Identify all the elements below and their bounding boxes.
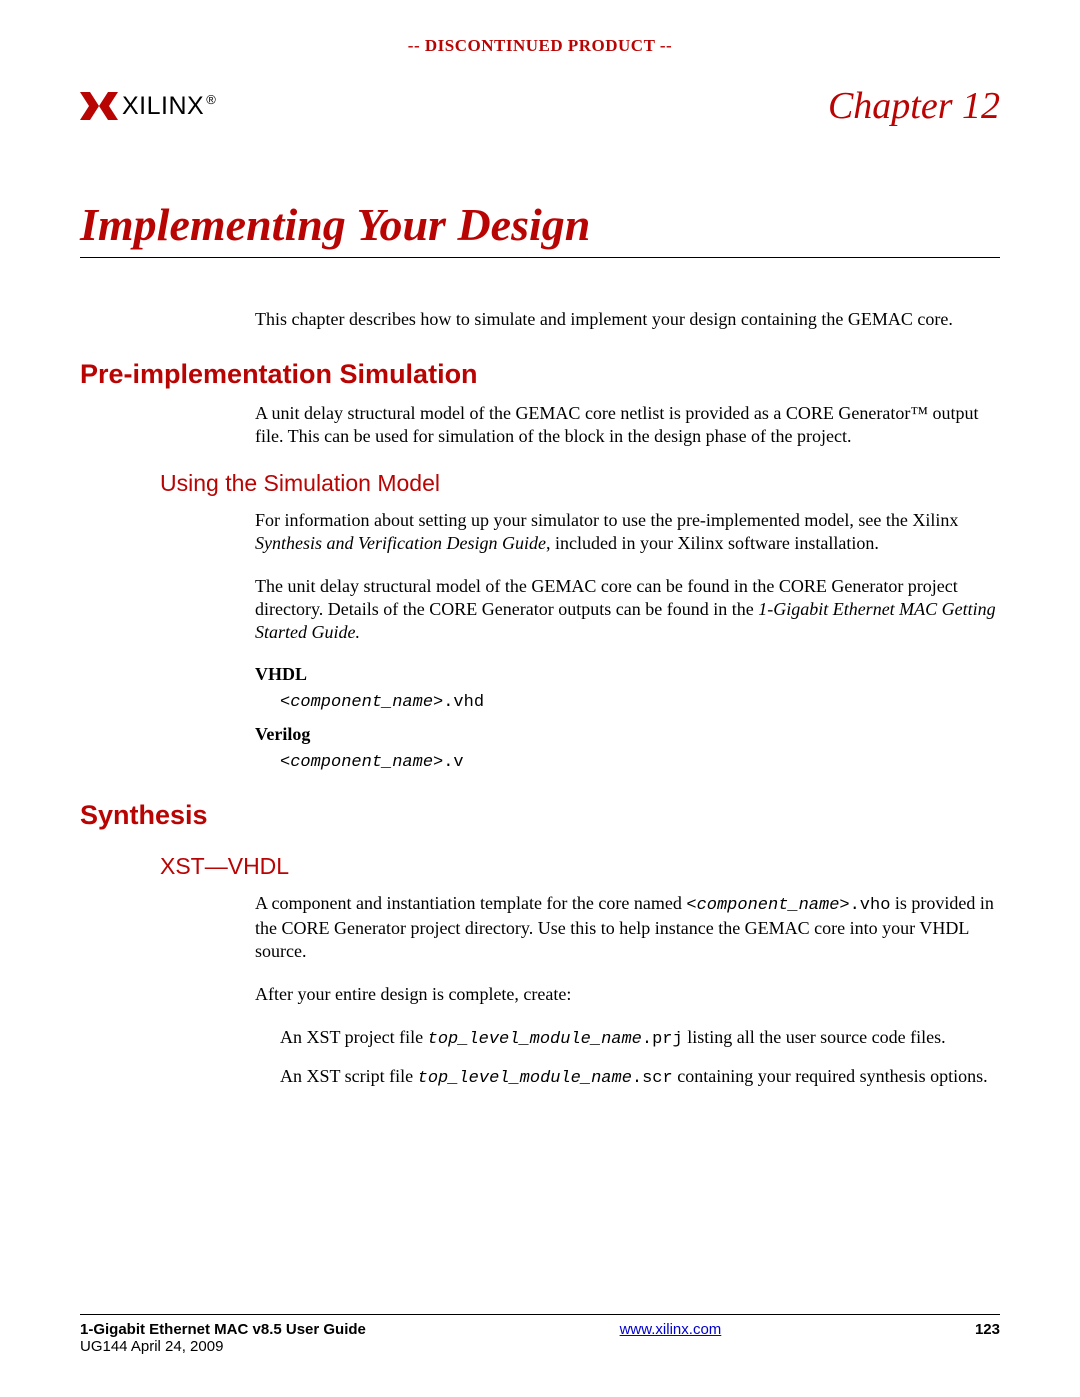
xst-p1: A component and instantiation template f… bbox=[255, 892, 1000, 963]
footer-doc-title: 1-Gigabit Ethernet MAC v8.5 User Guide U… bbox=[80, 1321, 366, 1355]
discontinued-banner: -- DISCONTINUED PRODUCT -- bbox=[80, 36, 1000, 56]
header-row: XILINX® Chapter 12 bbox=[80, 84, 1000, 128]
section-synthesis-heading: Synthesis bbox=[80, 800, 1000, 831]
xilinx-logo-text: XILINX® bbox=[122, 92, 216, 121]
vhdl-heading: VHDL bbox=[255, 664, 1000, 685]
chapter-label: Chapter 12 bbox=[828, 84, 1000, 128]
simmodel-p2: The unit delay structural model of the G… bbox=[255, 575, 1000, 644]
intro-paragraph: This chapter describes how to simulate a… bbox=[255, 308, 1000, 331]
footer-link-wrap: www.xilinx.com bbox=[366, 1321, 975, 1355]
verilog-heading: Verilog bbox=[255, 724, 1000, 745]
vhdl-code: <component_name>.vhd bbox=[280, 693, 1000, 712]
xst-p2: After your entire design is complete, cr… bbox=[255, 983, 1000, 1006]
subsection-xstvhdl-heading: XST—VHDL bbox=[160, 853, 1000, 880]
verilog-code: <component_name>.v bbox=[280, 753, 1000, 772]
page-footer: 1-Gigabit Ethernet MAC v8.5 User Guide U… bbox=[80, 1314, 1000, 1355]
section-preimpl-heading: Pre-implementation Simulation bbox=[80, 359, 1000, 390]
simmodel-p1: For information about setting up your si… bbox=[255, 509, 1000, 555]
subsection-simmodel-heading: Using the Simulation Model bbox=[160, 470, 1000, 497]
chapter-title: Implementing Your Design bbox=[80, 198, 1000, 258]
footer-link[interactable]: www.xilinx.com bbox=[620, 1321, 722, 1338]
xst-li1: An XST project file top_level_module_nam… bbox=[280, 1026, 1000, 1051]
xst-li2: An XST script file top_level_module_name… bbox=[280, 1065, 1000, 1090]
xilinx-logo: XILINX® bbox=[80, 92, 216, 121]
footer-page-number: 123 bbox=[975, 1321, 1000, 1355]
preimpl-paragraph: A unit delay structural model of the GEM… bbox=[255, 402, 1000, 448]
xilinx-logo-icon bbox=[80, 92, 118, 120]
